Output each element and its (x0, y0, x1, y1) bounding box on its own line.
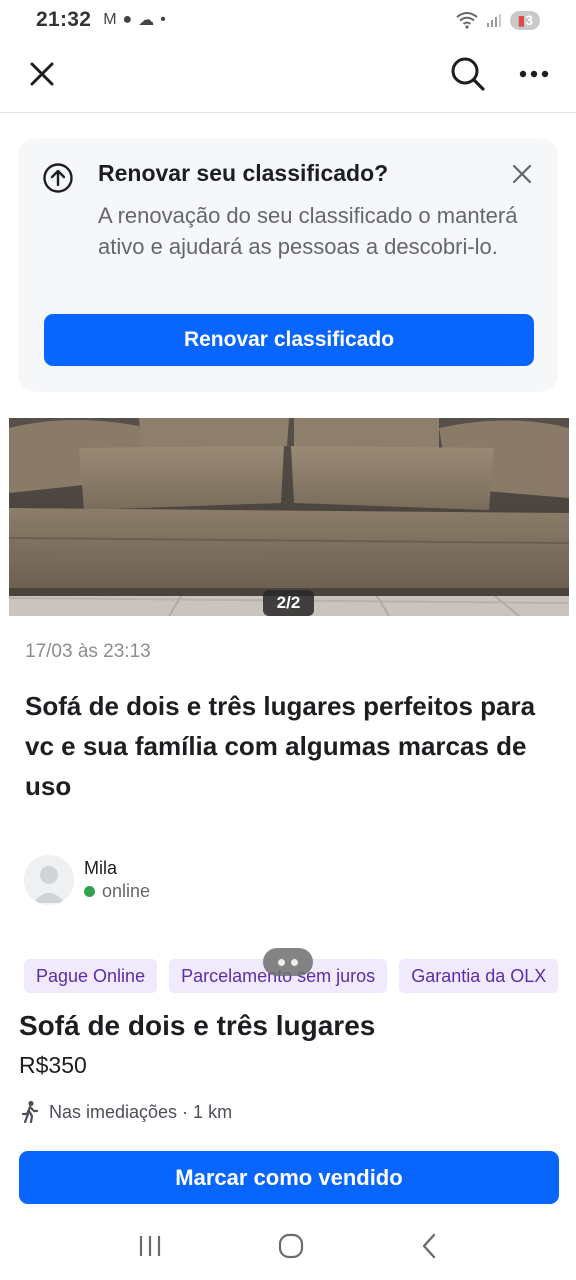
renew-listing-button[interactable]: Renovar classificado (44, 314, 534, 366)
system-nav-bar (0, 1216, 576, 1280)
status-time: 21:32 (36, 8, 92, 31)
status-right: ▮3 (456, 10, 540, 30)
walking-icon (21, 1100, 39, 1124)
photo-counter: 2/2 (263, 590, 314, 616)
gmail-icon: M (103, 11, 117, 28)
arrow-up-circle-icon (43, 163, 73, 193)
location-text: Nas imediações · 1 km (49, 1101, 233, 1122)
cloud-icon: ☁ (138, 12, 155, 29)
header-divider (0, 112, 576, 113)
dismiss-card-icon[interactable] (510, 162, 534, 186)
sofa-image (9, 418, 569, 616)
renew-description: A renovação do seu classificado o manter… (98, 203, 518, 259)
seller-profile[interactable]: Mila online (24, 855, 150, 905)
default-avatar-icon (24, 855, 74, 905)
online-dot-icon (84, 886, 95, 897)
search-icon (451, 57, 485, 91)
more-icon (519, 70, 549, 78)
signal-icon (487, 14, 502, 27)
search-button[interactable] (446, 52, 490, 96)
wifi-icon (456, 12, 479, 29)
close-icon (30, 62, 54, 86)
carousel-indicator (263, 948, 313, 976)
product-price: R$350 (19, 1052, 87, 1078)
product-title: Sofá de dois e três lugares (19, 1010, 376, 1041)
seller-info: Mila online (84, 858, 150, 902)
back-icon (422, 1233, 436, 1258)
renew-listing-card: Renovar seu classificado? A renovação do… (18, 138, 558, 392)
renew-title: Renovar seu classificado? (98, 160, 389, 186)
globe-icon: ● (122, 11, 133, 28)
battery-indicator: ▮3 (510, 10, 540, 30)
post-title: Sofá de dois e três lugares perfeitos pa… (25, 691, 536, 801)
tag-garantia[interactable]: Garantia da OLX (399, 959, 559, 993)
status-bar: 21:32 M ● ☁ • ▮3 (0, 0, 576, 40)
home-icon (278, 1233, 304, 1258)
seller-status-text: online (102, 881, 151, 901)
battery-level: 3 (525, 11, 533, 28)
back-button[interactable] (419, 1232, 439, 1265)
post-date: 17/03 às 23:13 (25, 641, 151, 662)
seller-name: Mila (84, 858, 118, 878)
top-nav (0, 44, 576, 104)
close-button[interactable] (20, 52, 64, 96)
location: Nas imediações · 1 km (19, 1100, 232, 1124)
tag-pague-online[interactable]: Pague Online (24, 959, 158, 993)
avatar[interactable] (24, 855, 74, 905)
more-options-button[interactable] (512, 52, 556, 96)
recent-apps-icon (139, 1235, 161, 1256)
listing-photo[interactable] (9, 418, 569, 616)
recent-apps-button[interactable] (137, 1234, 163, 1263)
home-button[interactable] (277, 1232, 305, 1265)
notification-icons: M ● ☁ • (103, 10, 166, 30)
mark-as-sold-button[interactable]: Marcar como vendido (19, 1151, 559, 1204)
dot-icon: • (160, 11, 166, 28)
seller-status: online (84, 881, 150, 902)
